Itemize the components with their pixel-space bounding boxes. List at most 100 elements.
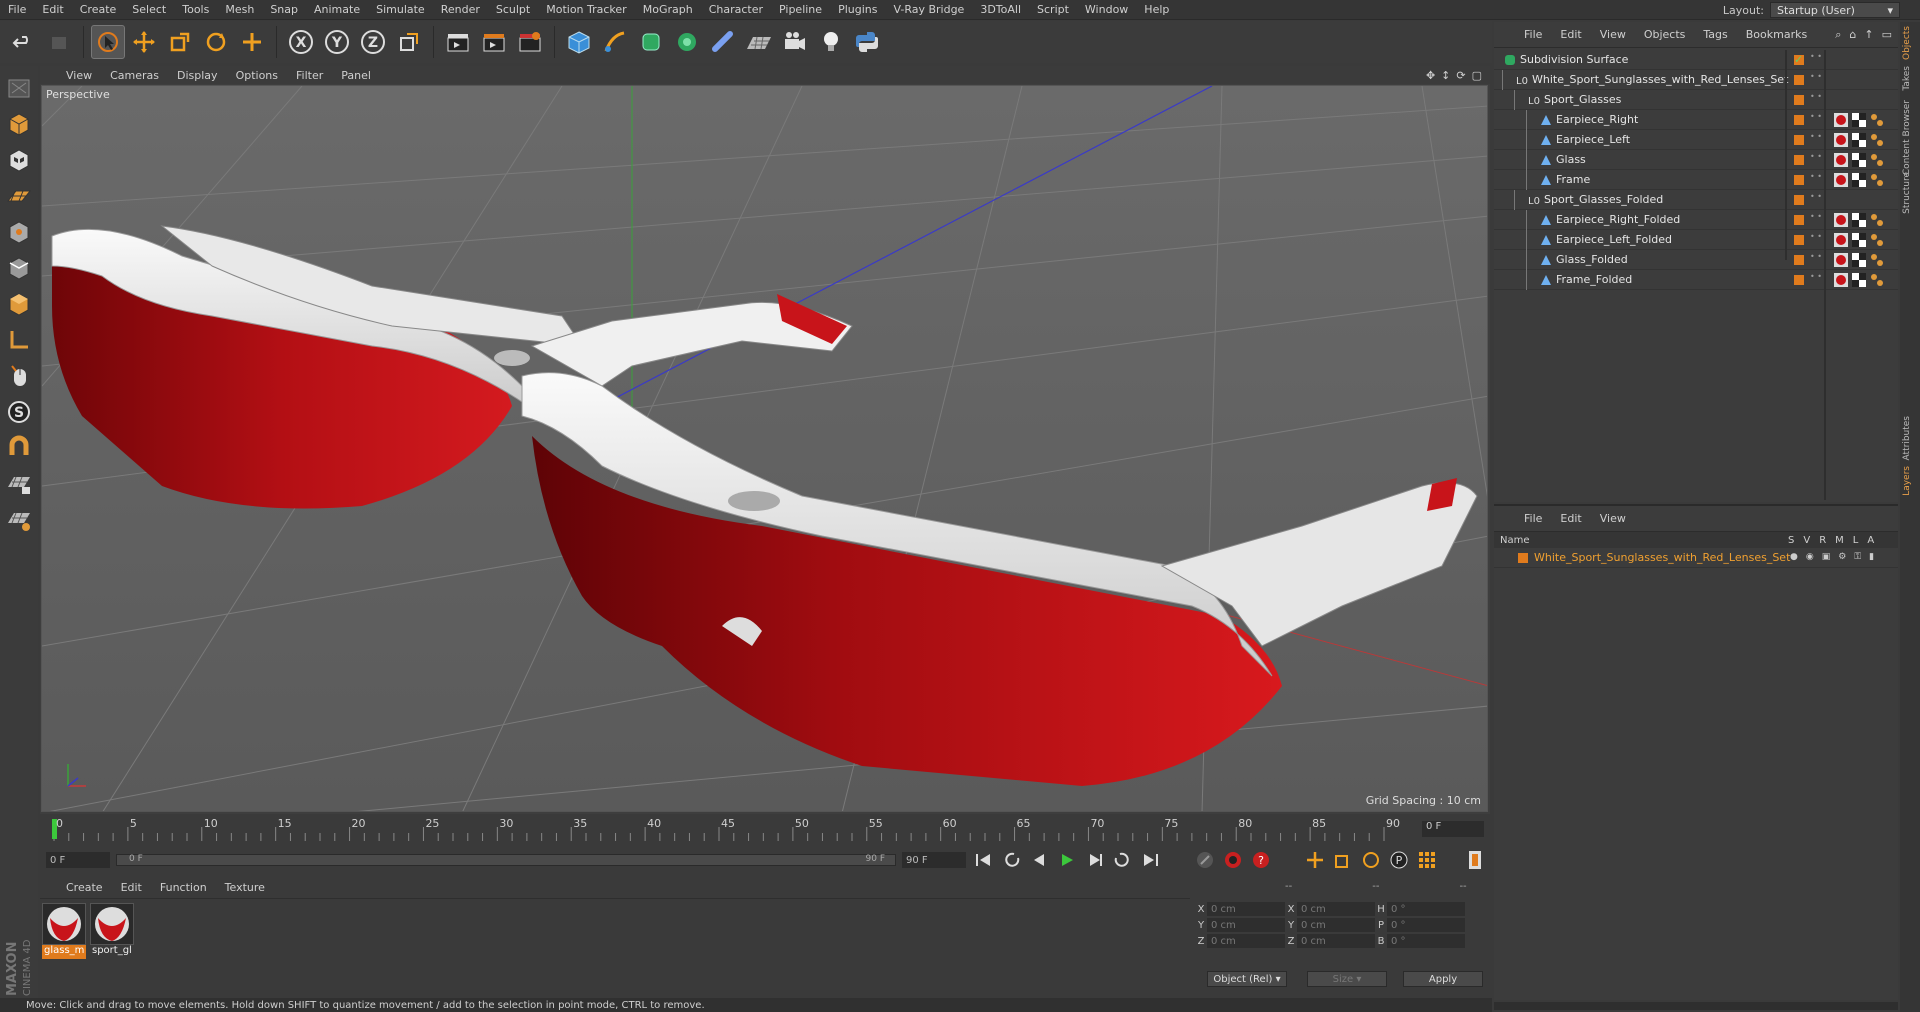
visibility-dots[interactable]: • • [1810,193,1822,201]
timeline-settings-button[interactable] [1464,849,1486,871]
key-pla-button[interactable] [1416,849,1438,871]
visibility-dots[interactable]: • • [1810,273,1822,281]
visibility-dots[interactable]: • • [1810,133,1822,141]
scale-tool-button[interactable] [163,25,197,59]
cloner-button[interactable] [670,25,704,59]
checker-tag-icon[interactable] [1852,153,1866,170]
phong-tag-icon[interactable] [1870,113,1884,130]
key-scale-button[interactable] [1332,849,1354,871]
key-parameter-button[interactable]: P [1388,849,1410,871]
texture-mode-button[interactable] [3,144,35,176]
coordinate-field[interactable]: 0 ° [1387,918,1465,932]
layer-color-tag[interactable] [1794,115,1804,125]
tree-row[interactable]: Earpiece_Right_Folded • • [1494,210,1898,230]
checker-tag-icon[interactable] [1852,113,1866,130]
locked-workplane-button[interactable] [3,468,35,500]
material-menu-create[interactable]: Create [66,881,103,894]
tree-row[interactable]: L0 White_Sport_Sunglasses_with_Red_Lenses… [1494,70,1898,90]
side-tab-structure[interactable]: Structure [1902,172,1918,214]
enabled-check-icon[interactable]: ✓ [1794,53,1803,66]
menu-create[interactable]: Create [72,3,125,16]
coordinate-field[interactable]: 0 cm [1207,902,1285,916]
subdivision-button[interactable] [634,25,668,59]
visibility-dots[interactable]: • • [1810,173,1822,181]
coordinate-field[interactable]: 0 cm [1297,902,1375,916]
viewport-menu-options[interactable]: Options [236,69,278,82]
object-menu-edit[interactable]: Edit [1560,28,1581,41]
object-menu-file[interactable]: File [1524,28,1542,41]
coordinate-field[interactable]: 0 cm [1297,934,1375,948]
snapping-button[interactable]: S [3,396,35,428]
checker-tag-icon[interactable] [1852,273,1866,290]
play-button[interactable] [1056,849,1078,871]
layer-color-tag[interactable] [1794,275,1804,285]
key-rotation-button[interactable] [1360,849,1382,871]
menu-v-ray-bridge[interactable]: V-Ray Bridge [885,3,972,16]
tree-row[interactable]: Glass • • [1494,150,1898,170]
frame-range-slider[interactable]: 0 F 90 F [116,854,896,866]
workplane-mode-button[interactable] [3,180,35,212]
checker-tag-icon[interactable] [1852,173,1866,190]
viewport-menu-view[interactable]: View [66,69,92,82]
phong-tag-icon[interactable] [1870,233,1884,250]
apply-button[interactable]: Apply [1403,971,1483,987]
next-frame-button[interactable] [1084,849,1106,871]
material-tag-icon[interactable] [1834,253,1848,270]
object-menu-tags[interactable]: Tags [1703,28,1727,41]
layer-color-tag[interactable] [1794,135,1804,145]
layer-color-swatch[interactable] [1518,552,1528,563]
menu-animate[interactable]: Animate [306,3,368,16]
search-icon[interactable]: ⌕ [1835,28,1841,42]
goto-start-button[interactable] [972,849,994,871]
layer-color-tag[interactable] [1794,95,1804,105]
layout-dropdown[interactable]: Startup (User) ▾ [1770,2,1900,18]
axis-mode-button[interactable] [3,324,35,356]
tree-row[interactable]: Subdivision Surface • • ✓ [1494,50,1898,70]
magnet-button[interactable] [3,432,35,464]
layer-color-tag[interactable] [1794,155,1804,165]
menu-motion-tracker[interactable]: Motion Tracker [538,3,634,16]
layer-color-tag[interactable] [1794,75,1804,85]
layer-menu-edit[interactable]: Edit [1560,512,1581,525]
coordinate-field[interactable]: 0 cm [1207,934,1285,948]
menu-select[interactable]: Select [124,3,174,16]
end-frame-field[interactable]: 90 F [902,852,966,868]
3d-viewport[interactable]: Perspective Grid Spacing : 10 cm [41,85,1488,812]
side-tab-content-browser[interactable]: Content Browser [1902,100,1918,175]
material-tag-icon[interactable] [1834,213,1848,230]
menu-file[interactable]: File [0,3,34,16]
key-position-button[interactable] [1304,849,1326,871]
phong-tag-icon[interactable] [1870,273,1884,290]
up-arrow-icon[interactable]: ↑ [1864,28,1873,42]
redo-button[interactable] [42,25,76,59]
edges-mode-button[interactable] [3,252,35,284]
pen-spline-button[interactable] [598,25,632,59]
tree-row[interactable]: L0 Sport_Glasses • • [1494,90,1898,110]
y-axis-button[interactable]: Y [320,25,354,59]
visibility-dots[interactable]: • • [1810,153,1822,161]
model-mode-button[interactable] [3,108,35,140]
make-editable-button[interactable] [3,72,35,104]
current-frame-field[interactable]: 0 F [1422,821,1484,837]
layer-row[interactable]: White_Sport_Sunglasses_with_Red_Lenses_S… [1494,548,1898,568]
menu-mesh[interactable]: Mesh [217,3,262,16]
visibility-dots[interactable]: • • [1810,113,1822,121]
goto-end-button[interactable] [1140,849,1162,871]
side-tab-objects[interactable]: Objects [1902,26,1918,60]
menu-script[interactable]: Script [1029,3,1077,16]
menu-help[interactable]: Help [1136,3,1177,16]
camera-button[interactable] [778,25,812,59]
layer-menu-file[interactable]: File [1524,512,1542,525]
live-select-button[interactable] [235,25,269,59]
phong-tag-icon[interactable] [1870,153,1884,170]
coordinate-field[interactable]: 0 cm [1297,918,1375,932]
viewport-menu-display[interactable]: Display [177,69,218,82]
viewport-menu-panel[interactable]: Panel [341,69,371,82]
material-swatch[interactable]: sport_gl [90,903,134,959]
visibility-dots[interactable]: • • [1810,73,1822,81]
phong-tag-icon[interactable] [1870,133,1884,150]
polygons-mode-button[interactable] [3,288,35,320]
tree-row[interactable]: Earpiece_Left_Folded • • [1494,230,1898,250]
visibility-dots[interactable]: • • [1810,213,1822,221]
z-axis-button[interactable]: Z [356,25,390,59]
